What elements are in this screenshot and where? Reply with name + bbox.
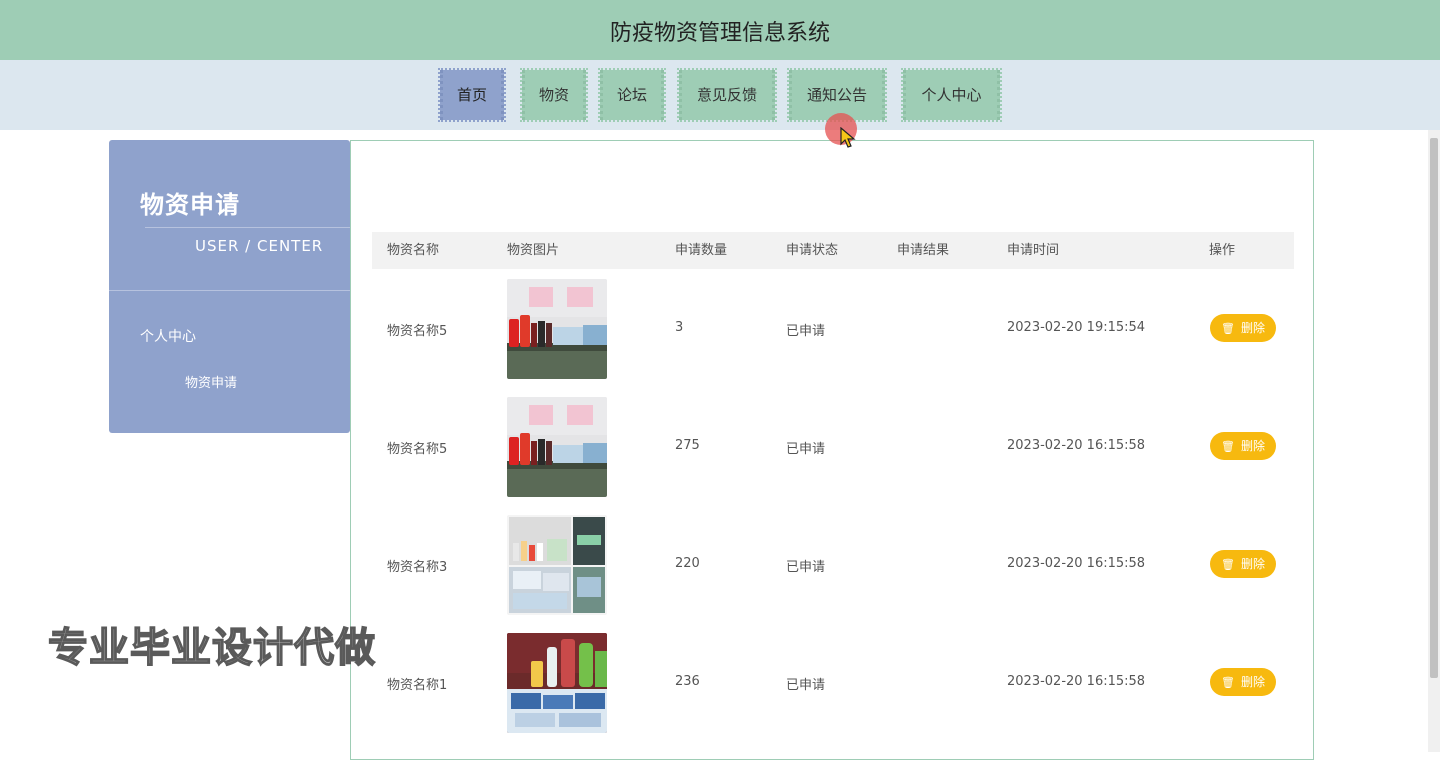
nav-item-supplies[interactable]: 物资	[520, 68, 588, 122]
sidebar: 物资申请 USER / CENTER 个人中心 物资申请	[109, 140, 350, 433]
col-header-time: 申请时间	[1007, 243, 1060, 258]
app-title: 防疫物资管理信息系统	[609, 21, 830, 46]
delete-label: 删除	[1240, 557, 1265, 571]
supplies-photo-boxes	[507, 515, 607, 615]
col-header-quantity: 申请数量	[675, 243, 728, 258]
delete-label: 删除	[1240, 675, 1265, 689]
nav-item-home[interactable]: 首页	[438, 68, 506, 122]
cell-status: 已申请	[786, 442, 826, 457]
col-header-status: 申请状态	[786, 243, 839, 258]
sidebar-title: 物资申请	[140, 191, 240, 219]
cell-status: 已申请	[786, 560, 826, 575]
col-header-name: 物资名称	[387, 243, 440, 258]
cell-name: 物资名称5	[387, 442, 448, 457]
sidebar-item-supply-request[interactable]: 物资申请	[185, 372, 237, 391]
cell-name: 物资名称3	[387, 560, 448, 575]
table-row: 物资名称1 236 已申请 2023-02-20 16:15:58 🗑 删除	[372, 623, 1294, 741]
page-scrollbar[interactable]	[1428, 130, 1440, 752]
delete-label: 删除	[1240, 439, 1265, 453]
table-header: 物资名称 物资图片 申请数量 申请状态 申请结果 申请时间 操作	[372, 232, 1294, 269]
trash-icon: 🗑	[1221, 676, 1235, 689]
supplies-photo-sanitizer	[507, 633, 607, 733]
sidebar-item-user-center[interactable]: 个人中心	[140, 326, 196, 346]
table-row: 物资名称5 275 已申请 2023-02-20 16:15:58 🗑 删除	[372, 387, 1294, 505]
cell-time: 2023-02-20 16:15:58	[1007, 556, 1146, 571]
cell-name: 物资名称1	[387, 678, 448, 693]
supplies-photo-sprayers	[507, 279, 607, 379]
cell-status: 已申请	[786, 324, 826, 339]
col-header-image: 物资图片	[507, 243, 560, 258]
cell-quantity: 3	[675, 320, 684, 335]
supplies-photo-sprayers	[507, 397, 607, 497]
cell-quantity: 275	[675, 438, 700, 453]
scrollbar-thumb[interactable]	[1430, 138, 1438, 678]
table-row: 物资名称5 3 已申请 2023-02-20 19:15:54 🗑 删除	[372, 269, 1294, 387]
cell-time: 2023-02-20 16:15:58	[1007, 438, 1146, 453]
cell-quantity: 220	[675, 556, 700, 571]
nav-item-forum[interactable]: 论坛	[598, 68, 666, 122]
supply-image[interactable]	[507, 515, 607, 615]
delete-label: 删除	[1240, 321, 1265, 335]
supply-image[interactable]	[507, 397, 607, 497]
top-header: 防疫物资管理信息系统	[0, 0, 1440, 60]
sidebar-subtitle: USER / CENTER	[195, 237, 324, 255]
cell-time: 2023-02-20 19:15:54	[1007, 320, 1146, 335]
supply-image[interactable]	[507, 633, 607, 733]
delete-button[interactable]: 🗑 删除	[1210, 432, 1276, 460]
table-row: 物资名称3 220 已申请 2023-02-20 16:15:58 🗑 删除	[372, 505, 1294, 623]
sidebar-divider	[145, 227, 350, 228]
delete-button[interactable]: 🗑 删除	[1210, 550, 1276, 578]
nav-item-user-center[interactable]: 个人中心	[901, 68, 1002, 122]
cell-quantity: 236	[675, 674, 700, 689]
watermark-text: 专业毕业设计代做	[47, 624, 376, 672]
cell-time: 2023-02-20 16:15:58	[1007, 674, 1146, 689]
mouse-pointer-icon	[840, 127, 856, 148]
trash-icon: 🗑	[1221, 322, 1235, 335]
cell-status: 已申请	[786, 678, 826, 693]
nav-item-feedback[interactable]: 意见反馈	[677, 68, 777, 122]
trash-icon: 🗑	[1221, 558, 1235, 571]
delete-button[interactable]: 🗑 删除	[1210, 668, 1276, 696]
delete-button[interactable]: 🗑 删除	[1210, 314, 1276, 342]
main-nav: 首页 物资 论坛 意见反馈 通知公告 个人中心	[0, 60, 1440, 130]
col-header-result: 申请结果	[897, 243, 950, 258]
sidebar-divider	[109, 290, 350, 291]
col-header-action: 操作	[1209, 243, 1236, 258]
content-panel: 物资名称 物资图片 申请数量 申请状态 申请结果 申请时间 操作 物资名称5 3…	[350, 140, 1314, 760]
trash-icon: 🗑	[1221, 440, 1235, 453]
cell-name: 物资名称5	[387, 324, 448, 339]
supply-image[interactable]	[507, 279, 607, 379]
